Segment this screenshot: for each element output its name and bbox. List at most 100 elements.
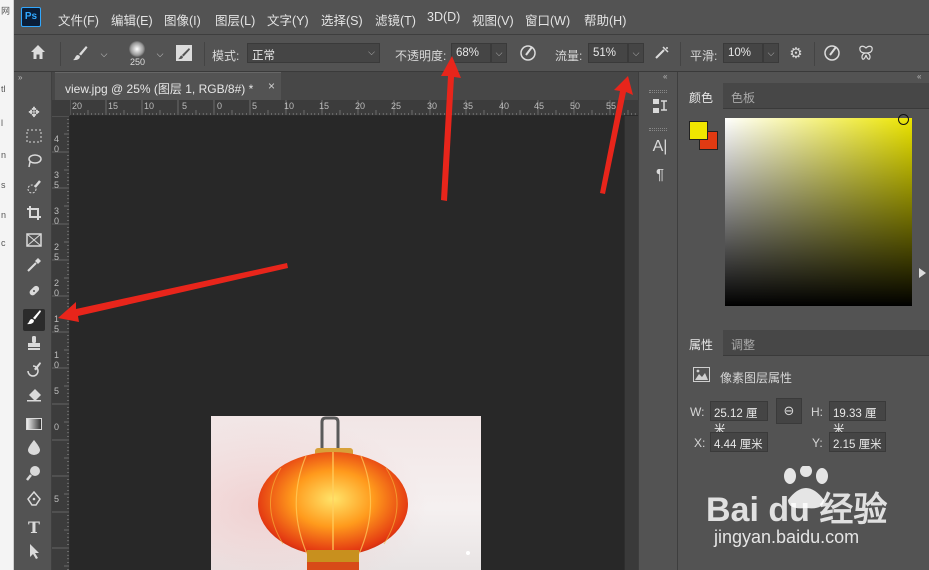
tab-color[interactable]: 颜色 bbox=[679, 83, 724, 109]
flow-input[interactable]: 51% bbox=[588, 43, 628, 63]
menu-3d[interactable]: 3D(D) bbox=[427, 10, 460, 24]
ruler-tick-label: 55 bbox=[606, 101, 617, 111]
mode-label: 模式: bbox=[212, 49, 240, 63]
ruler-tick-label: 50 bbox=[570, 101, 581, 111]
collapse-arrows-icon[interactable]: « bbox=[663, 72, 667, 81]
document-tab[interactable]: view.jpg @ 25% (图层 1, RGB/8#) * × bbox=[55, 72, 281, 100]
height-label: H: bbox=[811, 405, 823, 419]
tab-properties[interactable]: 属性 bbox=[679, 330, 724, 356]
opacity-dropdown[interactable]: ⌵ bbox=[491, 43, 507, 63]
ruler-tick-label: 1 bbox=[54, 314, 60, 324]
menu-bar: Ps 文件(F) 编辑(E) 图像(I) 图层(L) 文字(Y) 选择(S) 滤… bbox=[14, 0, 929, 35]
pressure-size-icon[interactable] bbox=[822, 44, 842, 64]
flow-dropdown[interactable]: ⌵ bbox=[628, 43, 644, 63]
x-input[interactable]: 4.44 厘米 bbox=[710, 432, 768, 452]
hue-slider-handle[interactable] bbox=[919, 268, 926, 278]
menu-file[interactable]: 文件(F) bbox=[58, 10, 99, 29]
vertical-ruler: 4 0 3 5 3 0 2 5 2 0 1 5 1 0 5 0 5 bbox=[52, 116, 70, 570]
foreground-color-swatch[interactable] bbox=[689, 121, 708, 140]
menu-view[interactable]: 视图(V) bbox=[472, 10, 514, 29]
ruler-tick-label: 0 bbox=[54, 216, 60, 226]
eraser-tool-icon[interactable] bbox=[23, 387, 45, 409]
path-selection-tool-icon[interactable] bbox=[23, 543, 45, 565]
link-dimensions-icon[interactable]: ⊖ bbox=[776, 398, 802, 424]
collapse-arrows-icon[interactable]: « bbox=[917, 72, 921, 81]
gear-icon[interactable]: ⚙ bbox=[786, 44, 806, 64]
ruler-tick-label: 2 bbox=[54, 278, 60, 288]
ruler-tick-label: 2 bbox=[54, 242, 60, 252]
pressure-opacity-icon[interactable] bbox=[518, 44, 538, 64]
symmetry-butterfly-icon[interactable] bbox=[856, 44, 876, 64]
smoothing-input[interactable]: 10% bbox=[723, 43, 763, 63]
smoothing-dropdown[interactable]: ⌵ bbox=[763, 43, 779, 63]
horizontal-ruler: 20 15 10 5 0 5 10 15 20 25 30 35 40 45 5… bbox=[70, 100, 638, 116]
sliver-text: n bbox=[1, 150, 7, 160]
document-tab-title: view.jpg @ 25% (图层 1, RGB/8#) * bbox=[65, 82, 254, 96]
healing-brush-tool-icon[interactable] bbox=[23, 283, 45, 305]
menu-filter[interactable]: 滤镜(T) bbox=[375, 10, 416, 29]
move-tool-icon[interactable]: ✥ bbox=[23, 101, 45, 123]
frame-tool-icon[interactable] bbox=[23, 231, 45, 253]
brush-tool-icon[interactable] bbox=[23, 309, 45, 331]
photoshop-logo[interactable]: Ps bbox=[21, 7, 41, 27]
menu-layer[interactable]: 图层(L) bbox=[215, 10, 255, 29]
chevron-down-icon[interactable]: ⌵ bbox=[94, 44, 114, 64]
blur-tool-icon[interactable] bbox=[23, 439, 45, 461]
menu-help[interactable]: 帮助(H) bbox=[584, 10, 626, 29]
brush-tool-preset-icon[interactable] bbox=[70, 44, 90, 64]
collapse-arrows-icon[interactable]: » bbox=[18, 73, 22, 82]
menu-select[interactable]: 选择(S) bbox=[321, 10, 363, 29]
color-picker-field[interactable] bbox=[725, 118, 912, 306]
opacity-input[interactable]: 68% bbox=[451, 43, 491, 63]
type-tool-icon[interactable]: T bbox=[23, 517, 45, 539]
ruler-tick-label: 30 bbox=[427, 101, 438, 111]
dock-grip[interactable] bbox=[649, 128, 667, 131]
menu-edit[interactable]: 编辑(E) bbox=[111, 10, 153, 29]
menu-image[interactable]: 图像(I) bbox=[164, 10, 201, 29]
paragraph-panel-icon[interactable]: ¶ bbox=[650, 165, 670, 185]
properties-section-title: 像素图层属性 bbox=[720, 371, 793, 385]
tab-swatches-label: 色板 bbox=[731, 91, 756, 105]
home-icon[interactable] bbox=[28, 44, 48, 64]
dock-grip[interactable] bbox=[649, 90, 667, 93]
pen-tool-icon[interactable] bbox=[23, 490, 45, 513]
color-picker-handle[interactable] bbox=[898, 114, 909, 125]
ruler-tick-label: 20 bbox=[72, 101, 83, 111]
menu-window[interactable]: 窗口(W) bbox=[525, 10, 570, 29]
menu-type[interactable]: 文字(Y) bbox=[267, 10, 309, 29]
marquee-tool-icon[interactable] bbox=[23, 127, 45, 149]
canvas-vertical-scrollbar[interactable] bbox=[624, 116, 638, 570]
tab-adjustments[interactable]: 调整 bbox=[721, 330, 765, 356]
tab-swatches[interactable]: 色板 bbox=[721, 83, 765, 109]
gradient-tool-icon[interactable] bbox=[23, 413, 45, 435]
blend-mode-value: 正常 bbox=[252, 50, 275, 62]
ruler-tick-label: 5 bbox=[54, 324, 60, 334]
y-input[interactable]: 2.15 厘米 bbox=[829, 432, 886, 452]
ruler-tick-label: 5 bbox=[54, 494, 60, 504]
history-brush-tool-icon[interactable] bbox=[23, 361, 45, 383]
ruler-tick-label: 0 bbox=[54, 288, 60, 298]
crop-tool-icon[interactable] bbox=[23, 205, 45, 227]
ruler-tick-label: 0 bbox=[54, 422, 60, 432]
tab-properties-label: 属性 bbox=[689, 338, 714, 352]
eyedropper-tool-icon[interactable] bbox=[23, 257, 45, 279]
brush-size-preview[interactable] bbox=[126, 39, 148, 59]
quick-selection-tool-icon[interactable] bbox=[23, 179, 45, 201]
airbrush-icon[interactable] bbox=[652, 44, 672, 64]
width-input[interactable]: 25.12 厘米 bbox=[710, 401, 768, 436]
dodge-tool-icon[interactable] bbox=[23, 465, 45, 487]
blend-mode-select[interactable]: 正常 ⌵ bbox=[247, 43, 380, 63]
opacity-value: 68% bbox=[456, 47, 480, 59]
chevron-down-icon[interactable]: ⌵ bbox=[150, 44, 170, 64]
history-panel-icon[interactable] bbox=[650, 97, 670, 117]
lasso-tool-icon[interactable] bbox=[23, 153, 45, 175]
clone-stamp-tool-icon[interactable] bbox=[23, 335, 45, 357]
height-input[interactable]: 19.33 厘米 bbox=[829, 401, 886, 436]
brush-settings-panel-icon[interactable] bbox=[174, 44, 194, 64]
character-panel-icon[interactable]: A| bbox=[650, 137, 670, 157]
x-label: X: bbox=[694, 436, 706, 450]
flow-label: 流量: bbox=[555, 49, 583, 63]
ruler-tick-label: 40 bbox=[499, 101, 510, 111]
ruler-tick-label: 10 bbox=[144, 101, 155, 111]
close-icon[interactable]: × bbox=[268, 79, 275, 93]
